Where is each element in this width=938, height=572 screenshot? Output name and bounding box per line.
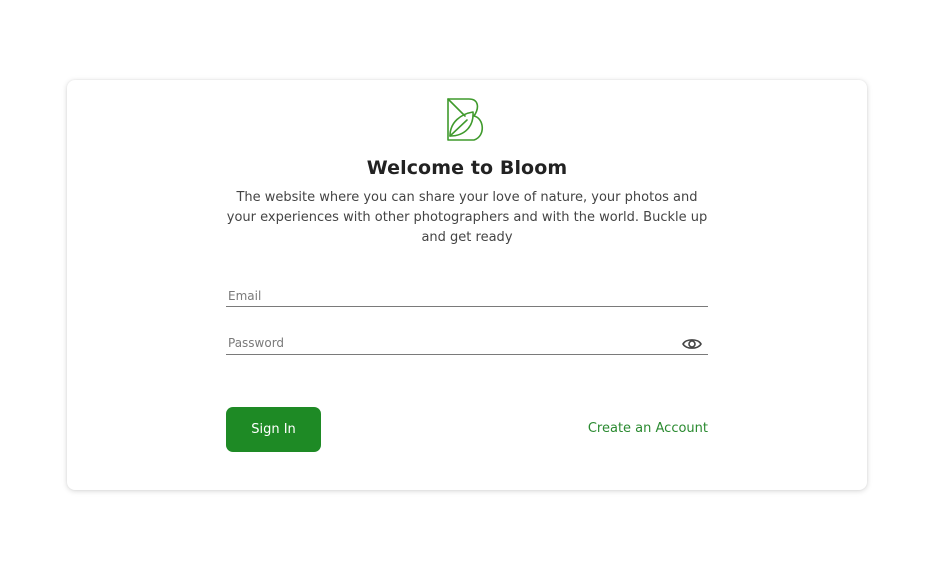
create-account-link[interactable]: Create an Account xyxy=(557,421,708,436)
eye-icon[interactable] xyxy=(682,337,702,351)
bloom-logo-icon xyxy=(447,98,484,141)
sign-in-button[interactable]: Sign In xyxy=(226,407,321,452)
page-title: Welcome to Bloom xyxy=(366,157,568,179)
welcome-description: The website where you can share your lov… xyxy=(226,190,708,245)
email-field-wrapper xyxy=(226,285,708,307)
password-field-wrapper xyxy=(226,332,708,355)
password-input[interactable] xyxy=(226,333,708,353)
login-card: Welcome to Bloom The website where you c… xyxy=(67,80,867,490)
email-input[interactable] xyxy=(226,286,708,306)
